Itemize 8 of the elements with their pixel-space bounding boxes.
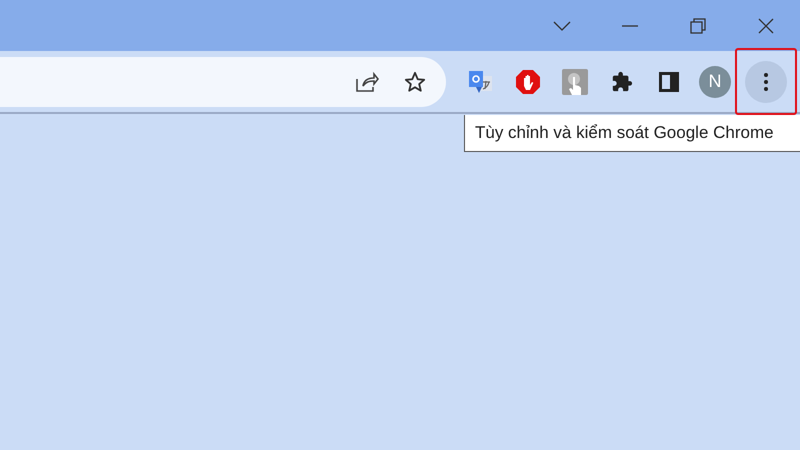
tooltip: Tùy chỉnh và kiểm soát Google Chrome [464,115,800,152]
menu-button[interactable] [745,60,787,102]
chevron-down-icon [553,20,571,30]
more-vertical-icon [764,72,768,90]
restore-icon [690,18,706,34]
close-icon [758,18,774,34]
minimize-icon [622,24,638,26]
profile-avatar[interactable]: N [699,66,731,98]
